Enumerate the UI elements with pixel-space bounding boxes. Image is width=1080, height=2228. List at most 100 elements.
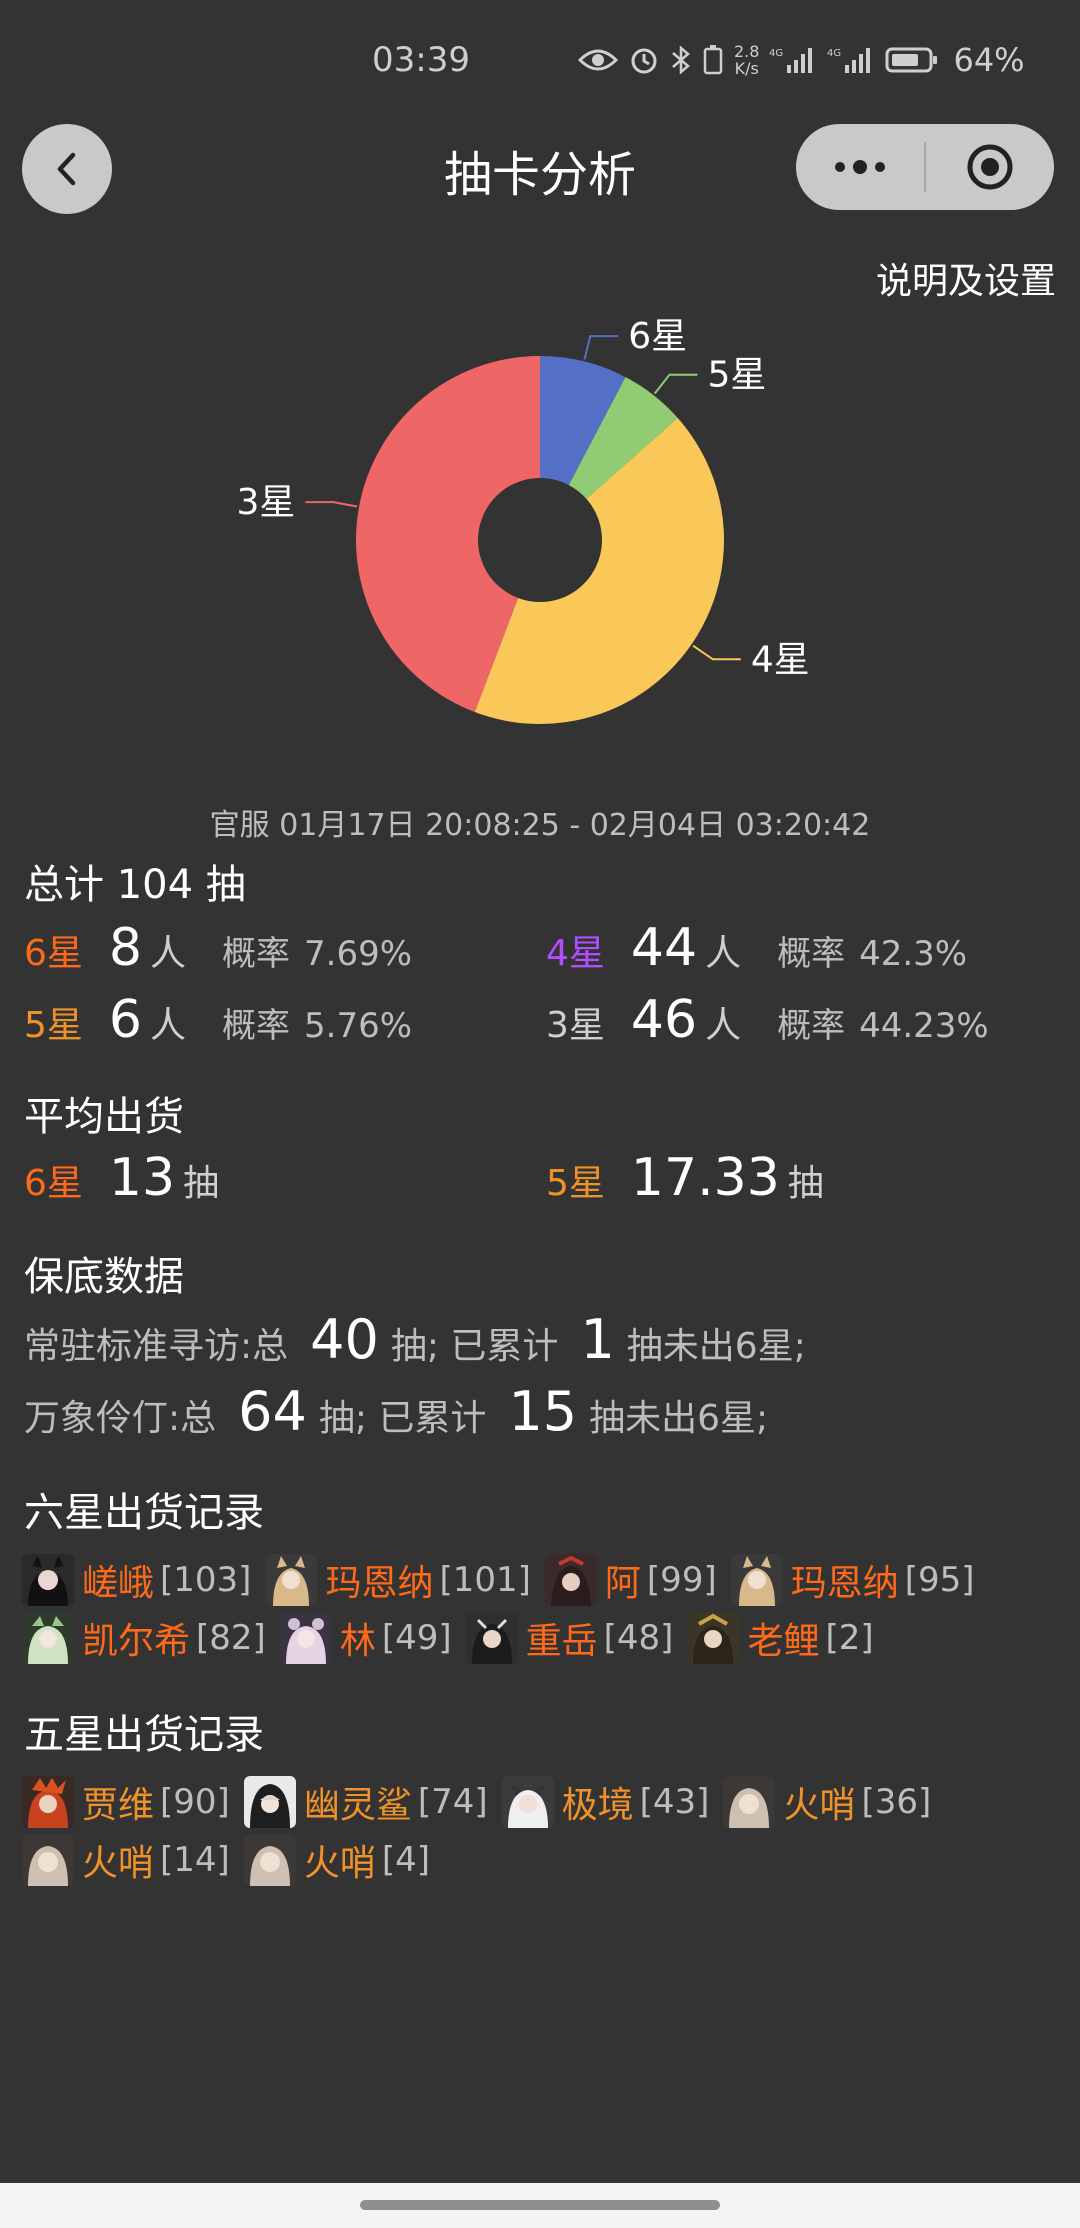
signal-4g-icon: 4G	[769, 48, 813, 73]
prob-value: 42.3%	[859, 934, 968, 974]
pity-suffix: 抽未出6星;	[626, 1326, 806, 1367]
record-item[interactable]: 玛恩纳 [95]	[730, 1554, 975, 1606]
home-indicator[interactable]	[360, 2200, 720, 2210]
record-item[interactable]: 火哨 [4]	[243, 1834, 430, 1886]
stat-label: 5星	[24, 1005, 83, 1046]
record-item[interactable]: 极境 [43]	[501, 1776, 709, 1828]
pull-count: [90]	[160, 1782, 230, 1822]
record-item[interactable]: 嵯峨 [103]	[22, 1554, 251, 1606]
signal-4g-icon: 4G	[827, 48, 871, 73]
avg-label: 6星	[24, 1163, 83, 1204]
pull-count: [101]	[439, 1560, 531, 1600]
svg-text:4G: 4G	[769, 48, 783, 59]
operator-avatar	[279, 1612, 332, 1664]
total-title: 总计 104 抽	[24, 862, 246, 908]
record-item[interactable]: 阿 [99]	[544, 1554, 717, 1606]
operator-name: 火哨	[783, 1785, 856, 1826]
operator-name: 火哨	[82, 1843, 155, 1884]
pity-prefix: 常驻标准寻访:总	[24, 1326, 289, 1367]
operator-avatar	[22, 1776, 74, 1828]
operator-avatar	[730, 1554, 783, 1606]
stat-count: 46	[630, 990, 698, 1050]
record-item[interactable]: 幽灵鲨 [74]	[243, 1776, 488, 1828]
operator-avatar	[22, 1612, 74, 1664]
stat-3star: 3星 46 人 概率 44.23%	[546, 990, 989, 1050]
stat-label: 6星	[24, 933, 83, 974]
pity-prefix: 万象伶仃:总	[24, 1398, 217, 1439]
bluetooth-icon	[672, 45, 690, 75]
operator-avatar	[22, 1834, 74, 1886]
pull-count: [95]	[904, 1560, 975, 1600]
pity-current: 1	[580, 1308, 615, 1371]
prob-value: 5.76%	[304, 1006, 413, 1046]
operator-avatar	[243, 1834, 296, 1886]
prob-label: 概率	[777, 1006, 846, 1046]
status-icons: 2.8 K/s 4G 4G 64%	[578, 38, 1025, 82]
operator-avatar	[22, 1554, 74, 1606]
six-star-records-title: 六星出货记录	[24, 1490, 264, 1536]
stat-6star: 6星 8 人 概率 7.69%	[24, 918, 412, 978]
pity-suffix: 抽未出6星;	[589, 1398, 769, 1439]
pity-row-limited: 万象伶仃:总 64 抽; 已累计 15 抽未出6星;	[24, 1380, 768, 1443]
operator-avatar	[723, 1776, 776, 1828]
record-item[interactable]: 火哨 [36]	[723, 1776, 931, 1828]
bottom-gesture-bar	[0, 2183, 1080, 2228]
operator-name: 火哨	[303, 1843, 376, 1884]
pull-count: [2]	[825, 1618, 874, 1658]
label-line-6star	[583, 335, 619, 360]
operator-name: 幽灵鲨	[303, 1785, 412, 1826]
pity-total: 40	[310, 1308, 379, 1371]
pity-title: 保底数据	[24, 1254, 184, 1300]
pity-total: 64	[238, 1380, 307, 1443]
net-speed-value: 2.8	[734, 42, 760, 61]
alarm-icon	[631, 48, 657, 74]
pie-label-3star: 3星	[237, 482, 296, 523]
mini-program-capsule	[796, 124, 1054, 210]
operator-name: 玛恩纳	[325, 1563, 434, 1604]
prob-value: 44.23%	[859, 1006, 989, 1046]
pull-count: [99]	[646, 1560, 717, 1600]
pull-count: [103]	[160, 1560, 252, 1600]
more-button[interactable]	[796, 124, 924, 210]
operator-name: 阿	[604, 1563, 641, 1604]
operator-name: 老鲤	[747, 1621, 820, 1662]
avg-unit: 抽	[183, 1163, 220, 1204]
stat-5star: 5星 6 人 概率 5.76%	[24, 990, 412, 1050]
operator-name: 凯尔希	[82, 1621, 191, 1662]
pull-count: [4]	[381, 1840, 430, 1880]
operator-name: 林	[339, 1621, 376, 1662]
target-close-icon	[967, 144, 1013, 190]
record-item[interactable]: 老鲤 [2]	[687, 1612, 874, 1664]
prob-label: 概率	[222, 1006, 291, 1046]
avg-5star: 5星 17.33 抽	[546, 1148, 824, 1208]
pity-mid: 抽; 已累计	[390, 1326, 559, 1367]
prob-value: 7.69%	[304, 934, 413, 974]
prob-label: 概率	[777, 934, 846, 974]
stat-label: 4星	[546, 933, 605, 974]
operator-avatar	[243, 1776, 296, 1828]
record-item[interactable]: 凯尔希 [82]	[22, 1612, 266, 1664]
operator-avatar	[465, 1612, 518, 1664]
pity-row-standard: 常驻标准寻访:总 40 抽; 已累计 1 抽未出6星;	[24, 1308, 806, 1371]
operator-name: 贾维	[82, 1785, 155, 1826]
label-line-5star	[653, 373, 698, 395]
stat-count: 44	[630, 918, 698, 978]
record-item[interactable]: 林 [49]	[279, 1612, 452, 1664]
record-item[interactable]: 贾维 [90]	[22, 1776, 230, 1828]
close-button[interactable]	[926, 124, 1054, 210]
pull-count: [14]	[160, 1840, 230, 1880]
pull-count: [48]	[603, 1618, 674, 1658]
operator-name: 嵯峨	[82, 1563, 155, 1604]
pull-count: [49]	[381, 1618, 452, 1658]
operator-avatar	[501, 1776, 554, 1828]
pull-count: [82]	[196, 1618, 266, 1658]
record-item[interactable]: 火哨 [14]	[22, 1834, 230, 1886]
battery-icon	[885, 47, 938, 73]
five-star-record-list: 贾维 [90] 幽灵鲨 [74] 极境 [43] 火哨 [36] 火哨 [14] 火哨 [4…	[22, 1776, 1072, 1886]
operator-name: 玛恩纳	[790, 1563, 899, 1604]
record-item[interactable]: 玛恩纳 [101]	[265, 1554, 531, 1606]
avg-6star: 6星 13 抽	[24, 1148, 219, 1208]
record-item[interactable]: 重岳 [48]	[465, 1612, 674, 1664]
operator-avatar	[544, 1554, 597, 1606]
stat-unit: 人	[150, 1005, 187, 1046]
